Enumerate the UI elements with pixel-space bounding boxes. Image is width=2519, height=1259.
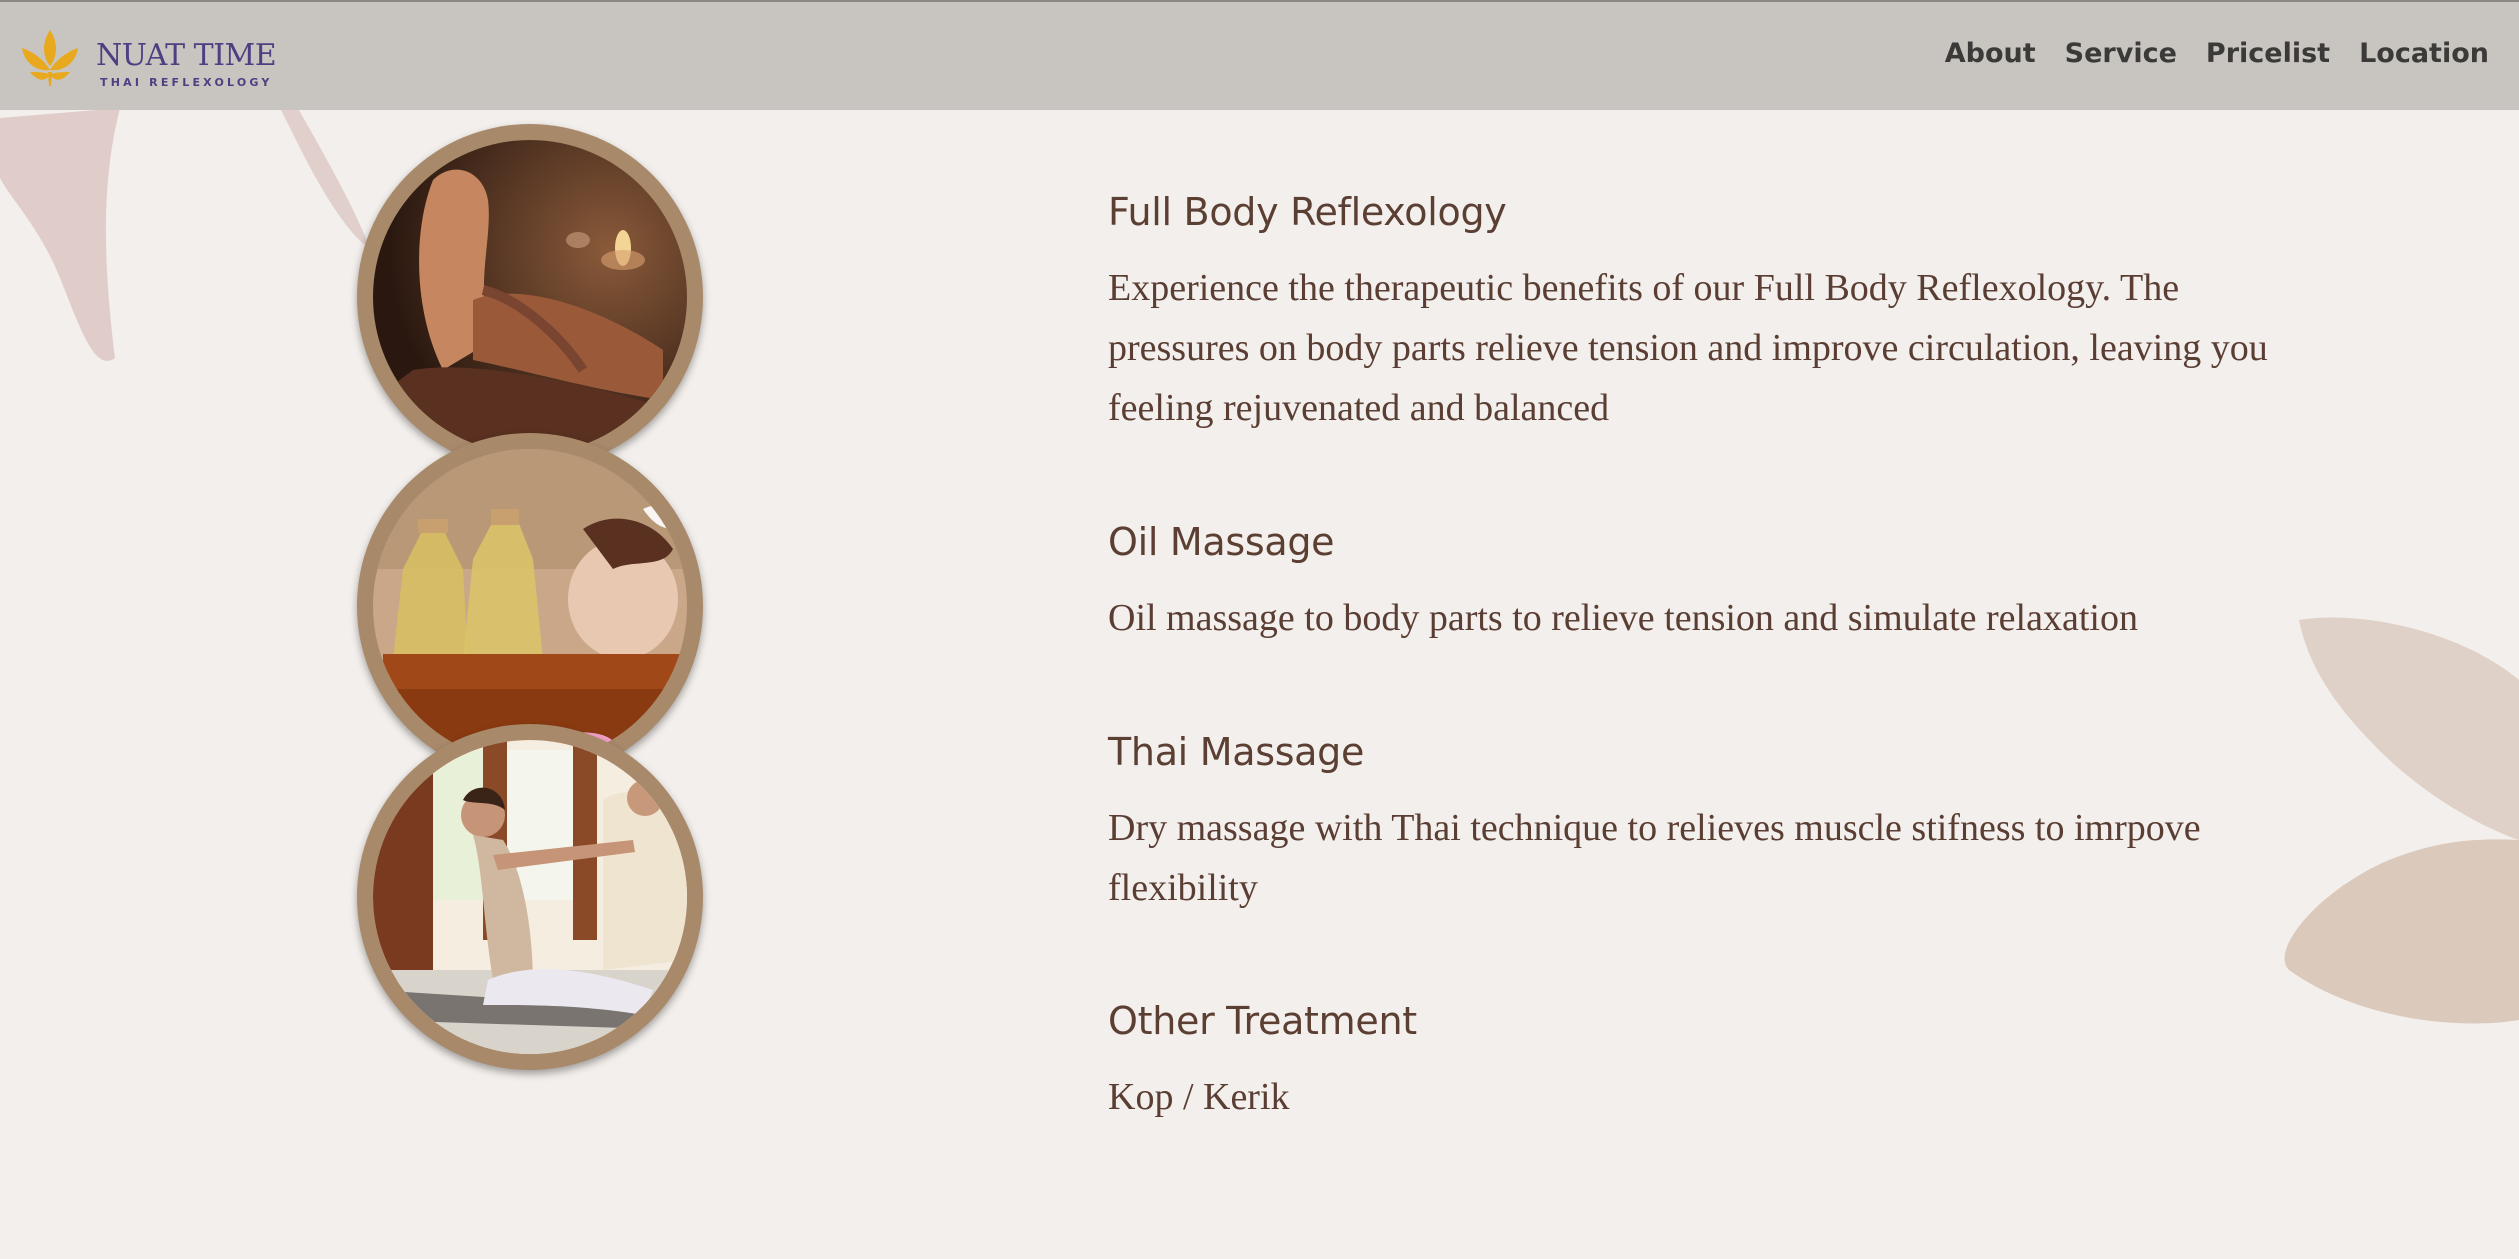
service-description: Kop / Kerik (1108, 1076, 1290, 1118)
service-title: Thai Massage (1108, 730, 1365, 774)
service-thai-massage: Thai Massage Dry massage with Thai techn… (1108, 730, 2288, 918)
foot-reflexology-image (357, 124, 703, 470)
service-oil-massage: Oil Massage Oil massage to body parts to… (1108, 520, 2288, 648)
service-other-treatment: Other Treatment Kop / Kerik (1108, 999, 2288, 1127)
brand-name: NUAT TIME (96, 38, 277, 73)
lotus-logo-icon (22, 30, 78, 86)
brand-tagline: THAI REFLEXOLOGY (100, 76, 273, 89)
oil-massage-photo-icon (373, 449, 687, 763)
service-description: Oil massage to body parts to relieve ten… (1108, 597, 2138, 639)
thai-massage-image (357, 724, 703, 1070)
service-title: Full Body Reflexology (1108, 190, 1507, 234)
nav-link-about[interactable]: About (1945, 38, 2036, 69)
service-full-body-reflexology: Full Body Reflexology Experience the the… (1108, 190, 2288, 438)
brand-logo[interactable]: NUAT TIME THAI REFLEXOLOGY (18, 28, 278, 92)
nav-link-pricelist[interactable]: Pricelist (2206, 38, 2330, 69)
service-description: Dry massage with Thai technique to relie… (1108, 807, 2201, 909)
service-title: Other Treatment (1108, 999, 1417, 1043)
main-nav: About Service Pricelist Location (1945, 38, 2489, 69)
service-description: Experience the therapeutic benefits of o… (1108, 267, 2268, 429)
foot-reflexology-photo-icon (373, 140, 687, 454)
service-title: Oil Massage (1108, 520, 1335, 564)
thai-massage-photo-icon (373, 740, 687, 1054)
nav-link-location[interactable]: Location (2359, 38, 2489, 69)
site-header: NUAT TIME THAI REFLEXOLOGY About Service… (0, 0, 2519, 110)
decorative-petal-left (0, 108, 370, 361)
nav-link-service[interactable]: Service (2065, 38, 2177, 69)
